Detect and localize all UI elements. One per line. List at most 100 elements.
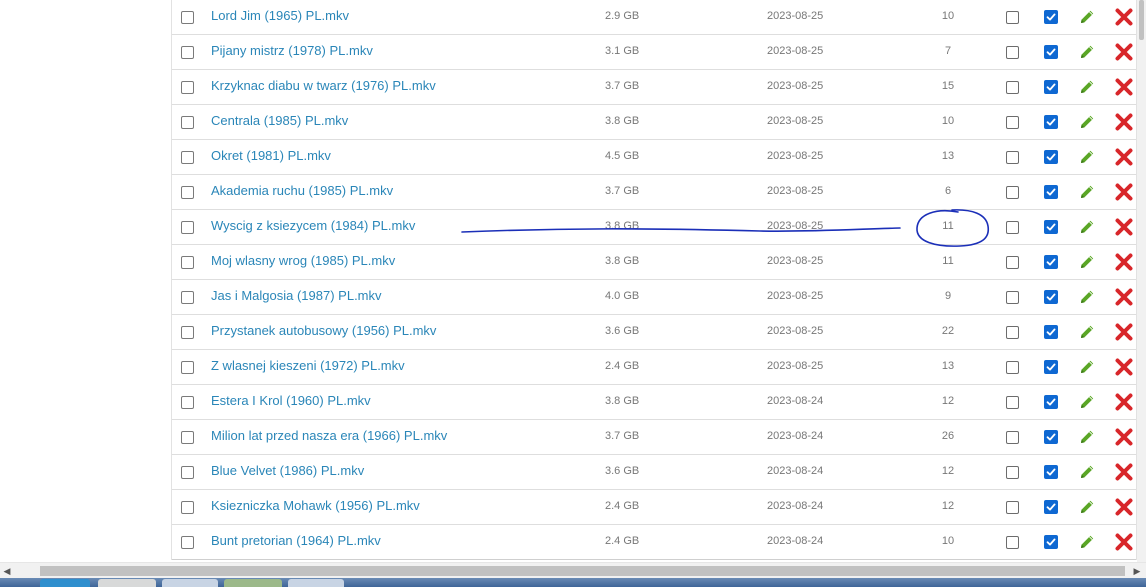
delete-button[interactable] [1114, 287, 1134, 307]
edit-button[interactable] [1077, 77, 1097, 97]
vertical-scrollbar[interactable] [1137, 0, 1146, 562]
row-select-checkbox[interactable] [181, 151, 194, 164]
file-name-link[interactable]: Krzyknac diabu w twarz (1976) PL.mkv [211, 78, 436, 93]
taskbar-item[interactable] [40, 579, 90, 587]
row-select-checkbox[interactable] [181, 46, 194, 59]
file-name-link[interactable]: Wyscig z ksiezycem (1984) PL.mkv [211, 218, 415, 233]
horizontal-scroll-thumb[interactable] [40, 566, 1125, 576]
delete-button[interactable] [1114, 532, 1134, 552]
edit-button[interactable] [1077, 357, 1097, 377]
delete-button[interactable] [1114, 7, 1134, 27]
row-select-checkbox[interactable] [181, 11, 194, 24]
row-select-checkbox[interactable] [181, 536, 194, 549]
file-name-link[interactable]: Z wlasnej kieszeni (1972) PL.mkv [211, 358, 405, 373]
option-checkbox-unchecked[interactable] [1006, 501, 1019, 514]
edit-button[interactable] [1077, 112, 1097, 132]
option-checkbox-checked[interactable] [1044, 115, 1058, 129]
row-select-checkbox[interactable] [181, 256, 194, 269]
delete-button[interactable] [1114, 112, 1134, 132]
option-checkbox-checked[interactable] [1044, 430, 1058, 444]
row-select-checkbox[interactable] [181, 431, 194, 444]
row-select-checkbox[interactable] [181, 361, 194, 374]
edit-button[interactable] [1077, 7, 1097, 27]
edit-button[interactable] [1077, 147, 1097, 167]
option-checkbox-checked[interactable] [1044, 10, 1058, 24]
file-name-link[interactable]: Akademia ruchu (1985) PL.mkv [211, 183, 393, 198]
option-checkbox-checked[interactable] [1044, 255, 1058, 269]
edit-button[interactable] [1077, 532, 1097, 552]
delete-button[interactable] [1114, 462, 1134, 482]
option-checkbox-checked[interactable] [1044, 465, 1058, 479]
row-select-checkbox[interactable] [181, 291, 194, 304]
delete-button[interactable] [1114, 497, 1134, 517]
edit-button[interactable] [1077, 217, 1097, 237]
row-select-checkbox[interactable] [181, 501, 194, 514]
edit-button[interactable] [1077, 427, 1097, 447]
file-name-link[interactable]: Jas i Malgosia (1987) PL.mkv [211, 288, 382, 303]
edit-button[interactable] [1077, 497, 1097, 517]
row-select-checkbox[interactable] [181, 186, 194, 199]
row-select-checkbox[interactable] [181, 221, 194, 234]
row-select-checkbox[interactable] [181, 116, 194, 129]
delete-button[interactable] [1114, 357, 1134, 377]
option-checkbox-checked[interactable] [1044, 220, 1058, 234]
option-checkbox-checked[interactable] [1044, 80, 1058, 94]
delete-button[interactable] [1114, 252, 1134, 272]
taskbar-item[interactable] [162, 579, 218, 587]
option-checkbox-checked[interactable] [1044, 360, 1058, 374]
file-name-link[interactable]: Okret (1981) PL.mkv [211, 148, 331, 163]
file-name-link[interactable]: Estera I Krol (1960) PL.mkv [211, 393, 371, 408]
edit-button[interactable] [1077, 42, 1097, 62]
option-checkbox-unchecked[interactable] [1006, 11, 1019, 24]
option-checkbox-unchecked[interactable] [1006, 116, 1019, 129]
option-checkbox-unchecked[interactable] [1006, 431, 1019, 444]
edit-button[interactable] [1077, 392, 1097, 412]
edit-button[interactable] [1077, 182, 1097, 202]
option-checkbox-unchecked[interactable] [1006, 256, 1019, 269]
file-name-link[interactable]: Bunt pretorian (1964) PL.mkv [211, 533, 381, 548]
delete-button[interactable] [1114, 322, 1134, 342]
delete-button[interactable] [1114, 42, 1134, 62]
delete-button[interactable] [1114, 392, 1134, 412]
row-select-checkbox[interactable] [181, 81, 194, 94]
delete-button[interactable] [1114, 427, 1134, 447]
file-name-link[interactable]: Centrala (1985) PL.mkv [211, 113, 348, 128]
option-checkbox-unchecked[interactable] [1006, 221, 1019, 234]
file-name-link[interactable]: Przystanek autobusowy (1956) PL.mkv [211, 323, 436, 338]
edit-button[interactable] [1077, 322, 1097, 342]
option-checkbox-unchecked[interactable] [1006, 326, 1019, 339]
option-checkbox-unchecked[interactable] [1006, 466, 1019, 479]
option-checkbox-checked[interactable] [1044, 290, 1058, 304]
option-checkbox-unchecked[interactable] [1006, 396, 1019, 409]
option-checkbox-unchecked[interactable] [1006, 186, 1019, 199]
option-checkbox-checked[interactable] [1044, 45, 1058, 59]
edit-button[interactable] [1077, 252, 1097, 272]
file-name-link[interactable]: Milion lat przed nasza era (1966) PL.mkv [211, 428, 447, 443]
option-checkbox-checked[interactable] [1044, 500, 1058, 514]
vertical-scroll-thumb[interactable] [1139, 0, 1144, 40]
file-name-link[interactable]: Blue Velvet (1986) PL.mkv [211, 463, 364, 478]
option-checkbox-checked[interactable] [1044, 150, 1058, 164]
delete-button[interactable] [1114, 217, 1134, 237]
scroll-left-arrow-icon[interactable]: ◀ [1, 565, 13, 577]
option-checkbox-unchecked[interactable] [1006, 151, 1019, 164]
file-name-link[interactable]: Pijany mistrz (1978) PL.mkv [211, 43, 373, 58]
delete-button[interactable] [1114, 147, 1134, 167]
taskbar-item[interactable] [288, 579, 344, 587]
row-select-checkbox[interactable] [181, 326, 194, 339]
file-name-link[interactable]: Ksiezniczka Mohawk (1956) PL.mkv [211, 498, 420, 513]
taskbar-item[interactable] [98, 579, 156, 587]
option-checkbox-checked[interactable] [1044, 535, 1058, 549]
option-checkbox-checked[interactable] [1044, 185, 1058, 199]
option-checkbox-unchecked[interactable] [1006, 361, 1019, 374]
delete-button[interactable] [1114, 77, 1134, 97]
option-checkbox-checked[interactable] [1044, 325, 1058, 339]
row-select-checkbox[interactable] [181, 466, 194, 479]
edit-button[interactable] [1077, 462, 1097, 482]
file-name-link[interactable]: Lord Jim (1965) PL.mkv [211, 8, 349, 23]
taskbar-item[interactable] [224, 579, 282, 587]
horizontal-scrollbar[interactable]: ◀ ▶ [0, 562, 1146, 578]
scroll-right-arrow-icon[interactable]: ▶ [1131, 565, 1143, 577]
edit-button[interactable] [1077, 287, 1097, 307]
row-select-checkbox[interactable] [181, 396, 194, 409]
